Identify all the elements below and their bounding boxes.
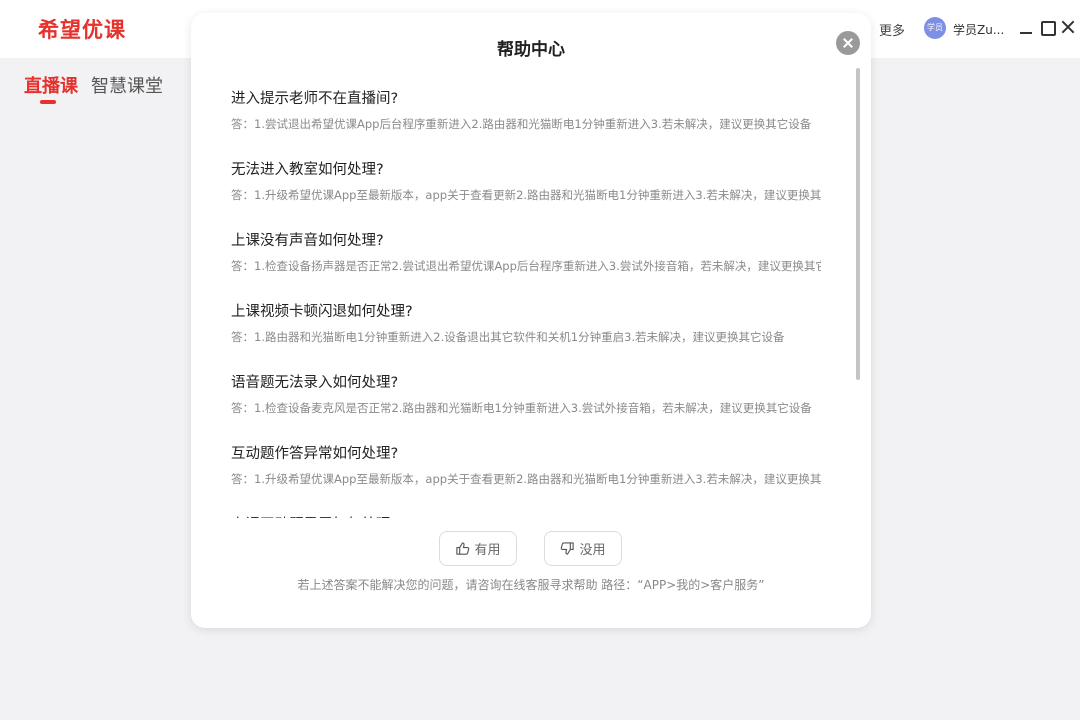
tab-smart-classroom[interactable]: 智慧课堂 — [91, 72, 163, 98]
useless-button[interactable]: 没用 — [544, 531, 622, 566]
faq-item: 语音题无法录入如何处理? 答：1.检查设备麦克风是否正常2.路由器和光猫断电1分… — [231, 367, 821, 438]
thumbs-up-icon — [456, 542, 470, 555]
faq-item: 上课互动题黑屏如何处理? — [231, 509, 821, 518]
maximize-icon[interactable] — [1040, 20, 1056, 36]
tab-live-class[interactable]: 直播课 — [24, 72, 78, 104]
faq-list[interactable]: 进入提示老师不在直播间? 答：1.尝试退出希望优课App后台程序重新进入2.路由… — [231, 83, 821, 518]
avatar[interactable]: 学员 — [924, 17, 946, 39]
faq-answer: 答：1.检查设备扬声器是否正常2.尝试退出希望优课App后台程序重新进入3.尝试… — [231, 259, 821, 273]
faq-question: 上课互动题黑屏如何处理? — [231, 509, 821, 518]
faq-question: 上课没有声音如何处理? — [231, 233, 384, 249]
minimize-icon[interactable] — [1019, 20, 1033, 34]
useless-label: 没用 — [579, 543, 606, 558]
scrollbar[interactable] — [856, 68, 860, 380]
faq-answer: 答：1.升级希望优课App至最新版本，app关于查看更新2.路由器和光猫断电1分… — [231, 188, 821, 202]
faq-answer: 答：1.检查设备麦克风是否正常2.路由器和光猫断电1分钟重新进入3.尝试外接音箱… — [231, 401, 812, 415]
faq-item: 无法进入教室如何处理? 答：1.升级希望优课App至最新版本，app关于查看更新… — [231, 154, 821, 225]
dialog-title: 帮助中心 — [497, 40, 565, 60]
useful-button[interactable]: 有用 — [439, 531, 517, 566]
faq-answer: 答：1.升级希望优课App至最新版本，app关于查看更新2.路由器和光猫断电1分… — [231, 472, 821, 486]
username[interactable]: 学员Zu... — [953, 21, 1004, 38]
faq-question: 上课视频卡顿闪退如何处理? — [231, 304, 413, 320]
faq-question: 无法进入教室如何处理? — [231, 162, 384, 178]
faq-question: 语音题无法录入如何处理? — [231, 375, 399, 391]
help-footer-note: 若上述答案不能解决您的问题，请咨询在线客服寻求帮助 路径：“APP>我的>客户服… — [297, 578, 765, 592]
app-logo: 希望优课 — [38, 18, 126, 42]
close-icon[interactable] — [836, 31, 860, 55]
faq-item: 上课没有声音如何处理? 答：1.检查设备扬声器是否正常2.尝试退出希望优课App… — [231, 225, 821, 296]
faq-answer: 答：1.尝试退出希望优课App后台程序重新进入2.路由器和光猫断电1分钟重新进入… — [231, 117, 812, 131]
faq-question: 进入提示老师不在直播间? — [231, 91, 399, 107]
window-close-icon[interactable] — [1061, 20, 1075, 34]
help-center-dialog: 帮助中心 进入提示老师不在直播间? 答：1.尝试退出希望优课App后台程序重新进… — [191, 13, 871, 628]
thumbs-down-icon — [561, 542, 575, 555]
faq-item: 互动题作答异常如何处理? 答：1.升级希望优课App至最新版本，app关于查看更… — [231, 438, 821, 509]
more-menu[interactable]: 更多 — [879, 20, 905, 39]
faq-item: 进入提示老师不在直播间? 答：1.尝试退出希望优课App后台程序重新进入2.路由… — [231, 83, 821, 154]
useful-label: 有用 — [474, 543, 501, 558]
faq-answer: 答：1.路由器和光猫断电1分钟重新进入2.设备退出其它软件和关机1分钟重启3.若… — [231, 330, 785, 344]
faq-question: 互动题作答异常如何处理? — [231, 446, 399, 462]
faq-item: 上课视频卡顿闪退如何处理? 答：1.路由器和光猫断电1分钟重新进入2.设备退出其… — [231, 296, 821, 367]
